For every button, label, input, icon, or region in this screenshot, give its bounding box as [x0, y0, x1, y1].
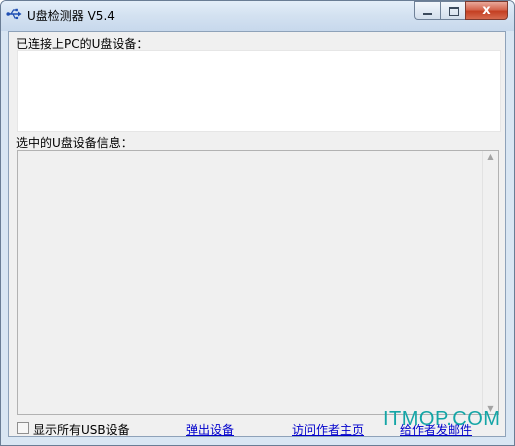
scroll-up-icon[interactable]: ▲	[483, 152, 498, 161]
info-label: 选中的U盘设备信息：	[16, 136, 133, 150]
client-area: 已连接上PC的U盘设备： 选中的U盘设备信息： ▲ ▼ 显示所有USB设备 弹出…	[8, 31, 506, 437]
minimize-icon	[423, 13, 432, 15]
author-homepage-link[interactable]: 访问作者主页	[292, 421, 364, 438]
minimize-button[interactable]	[414, 1, 440, 20]
info-scrollbar[interactable]: ▲ ▼	[482, 151, 498, 414]
device-list[interactable]	[17, 50, 501, 132]
window-title: U盘检测器 V5.4	[27, 9, 115, 23]
device-info-textbox[interactable]: ▲ ▼	[17, 150, 499, 415]
eject-device-link[interactable]: 弹出设备	[186, 421, 234, 438]
usb-icon	[6, 8, 22, 20]
title-bar[interactable]: U盘检测器 V5.4 x	[1, 1, 514, 31]
caption-buttons: x	[414, 1, 508, 20]
show-all-usb-label[interactable]: 显示所有USB设备	[33, 421, 130, 438]
show-all-usb-checkbox[interactable]	[17, 422, 29, 434]
site-watermark: ITMOP.COM	[383, 408, 501, 430]
maximize-icon	[449, 7, 459, 16]
close-button[interactable]: x	[465, 1, 508, 20]
maximize-button[interactable]	[440, 1, 465, 20]
close-icon: x	[482, 3, 491, 18]
app-window: U盘检测器 V5.4 x 已连接上PC的U盘设备： 选中的U盘设备信息： ▲ ▼…	[0, 0, 515, 446]
